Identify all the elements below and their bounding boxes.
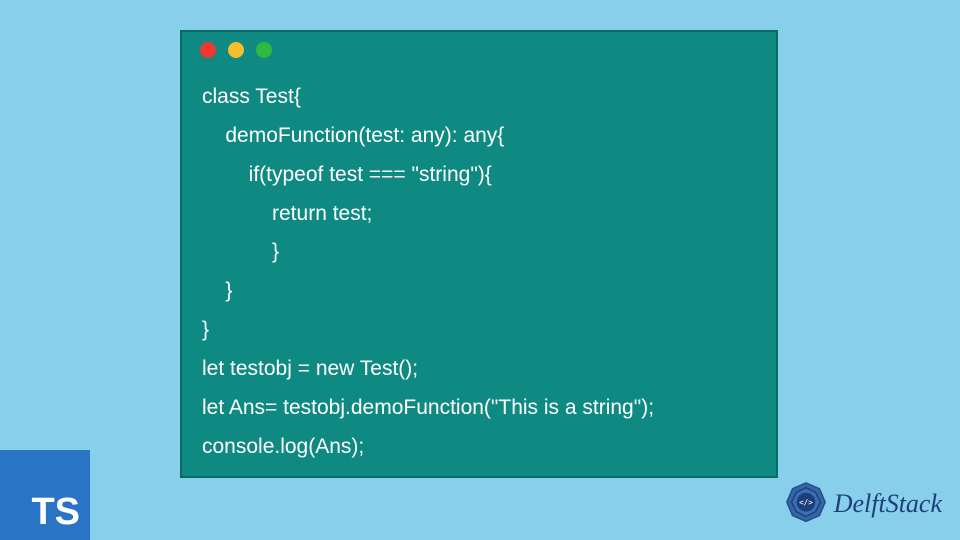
window-title-bar (182, 32, 776, 68)
maximize-icon[interactable] (256, 42, 272, 58)
typescript-badge-label: TS (31, 491, 80, 534)
typescript-badge: TS (0, 450, 90, 540)
minimize-icon[interactable] (228, 42, 244, 58)
delftstack-icon: </> (782, 480, 830, 528)
svg-text:</>: </> (799, 498, 813, 507)
brand-logo-area: </> DelftStack (782, 480, 942, 528)
close-icon[interactable] (200, 42, 216, 58)
brand-name: DelftStack (834, 489, 942, 519)
code-block: class Test{ demoFunction(test: any): any… (182, 68, 776, 486)
code-window: class Test{ demoFunction(test: any): any… (180, 30, 778, 478)
